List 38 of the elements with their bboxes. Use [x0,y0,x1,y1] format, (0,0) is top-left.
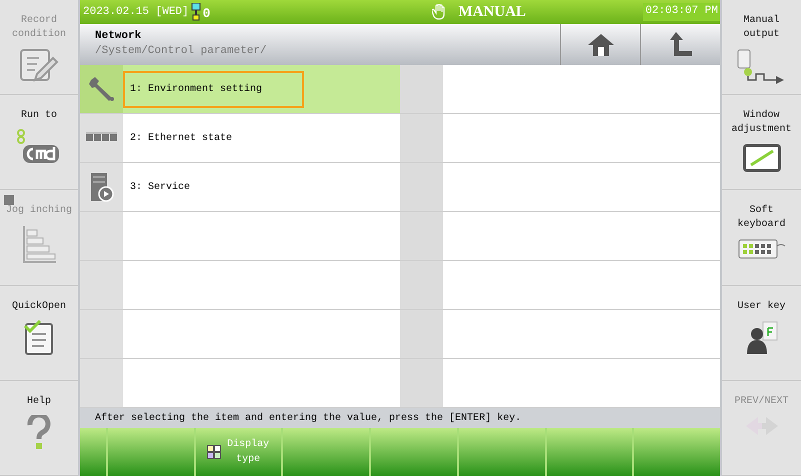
wrench-icon [88,75,116,103]
window-resize-icon [742,143,782,174]
table-cell [400,359,443,407]
return-arrow-icon [668,32,692,58]
bar-steps-icon [21,224,57,264]
table-cell [400,114,443,162]
help-icon [26,414,52,451]
function-key[interactable] [456,428,545,476]
keyboard-icon [738,238,786,260]
indicator-square [4,195,14,206]
function-key[interactable] [544,428,632,476]
network-plug-icon [190,3,201,21]
function-key[interactable] [80,428,106,476]
notepad-pen-icon [19,48,59,82]
cmd-icon [17,129,61,166]
grid-icon [207,445,222,459]
menu-item[interactable]: 1: Environment setting [123,65,400,113]
hand-icon [432,4,446,20]
table-cell [400,163,443,211]
function-key[interactable] [369,428,457,476]
user-key-icon [744,320,778,356]
checklist-icon [23,320,55,356]
table-cell [400,212,443,260]
breadcrumb-path: /System/Control parameter/ [95,45,268,57]
function-key[interactable] [281,428,370,476]
date-text: 2023.02.15 [WED] [83,6,189,18]
server-play-icon [90,172,114,202]
page-title: Network [95,30,142,42]
table-cell [400,65,443,113]
mode-text: MANUAL [458,4,526,20]
network-ports-icon [86,132,118,144]
function-key[interactable] [632,428,720,476]
table-cell [400,310,443,358]
home-icon [586,32,614,56]
function-key[interactable] [106,428,194,476]
connection-count: 0 [202,6,210,21]
table-cell [400,261,443,309]
clock-text: 02:03:07 PM [643,3,720,21]
